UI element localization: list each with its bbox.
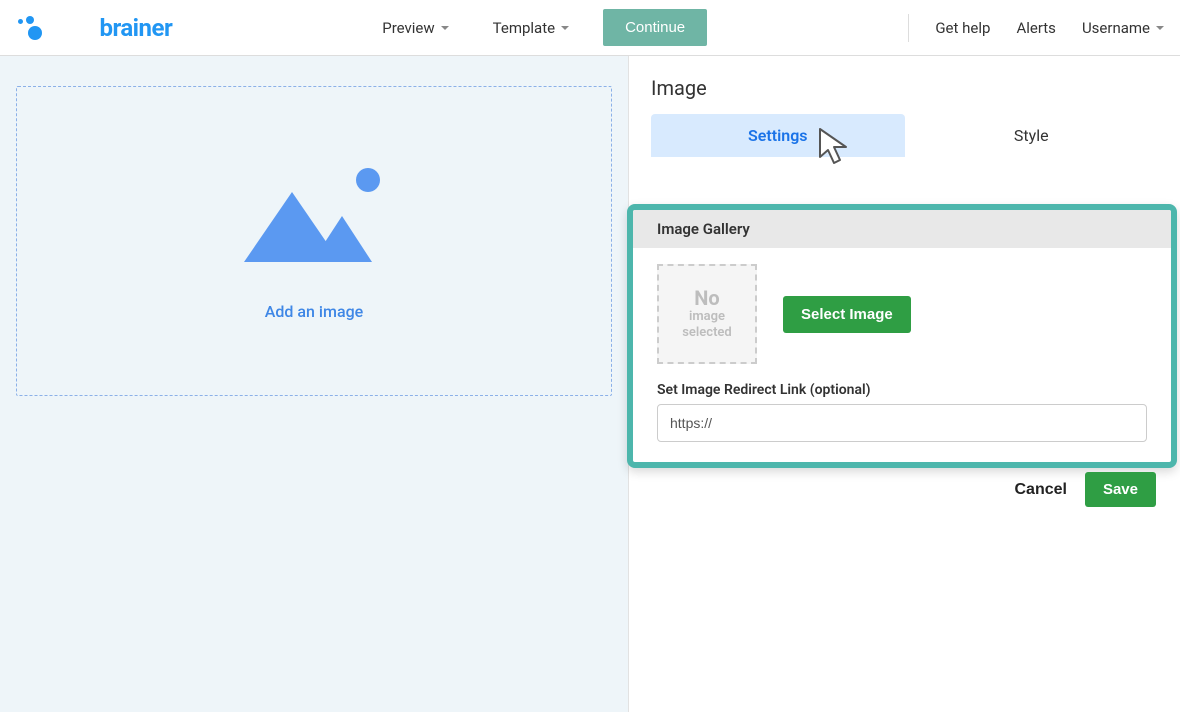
thumb-sub1: image [689, 310, 725, 324]
tab-style[interactable]: Style [905, 114, 1159, 157]
panel-actions: Cancel Save [1014, 472, 1156, 507]
nav-preview[interactable]: Preview [372, 11, 458, 45]
nav-template-label: Template [493, 19, 555, 37]
settings-highlight-box: Image Gallery No image selected Select I… [627, 204, 1177, 468]
gallery-row: No image selected Select Image [657, 264, 1147, 364]
image-drop-zone[interactable]: Add an image [16, 86, 612, 396]
nav-username[interactable]: Username [1082, 19, 1164, 37]
nav-username-label: Username [1082, 19, 1150, 37]
caret-down-icon [1156, 26, 1164, 30]
nav-center: Preview Template Continue [372, 9, 707, 46]
nav-get-help[interactable]: Get help [935, 19, 990, 37]
redirect-link-label: Set Image Redirect Link (optional) [657, 382, 1147, 398]
nav-right: Get help Alerts Username [908, 14, 1164, 42]
caret-down-icon [561, 26, 569, 30]
redirect-link-input[interactable] [657, 404, 1147, 442]
nav-preview-label: Preview [382, 19, 434, 37]
divider [908, 14, 909, 42]
image-placeholder-icon [234, 162, 394, 262]
nav-template[interactable]: Template [483, 11, 579, 45]
main: Add an image Image Settings Style Image … [0, 56, 1180, 712]
select-image-button[interactable]: Select Image [783, 296, 911, 333]
app-header: mainbrainer Preview Template Continue Ge… [0, 0, 1180, 56]
thumb-sub2: selected [682, 326, 732, 340]
cancel-button[interactable]: Cancel [1014, 481, 1066, 499]
logo-text-brainer: brainer [99, 14, 172, 42]
tab-settings[interactable]: Settings [651, 114, 905, 157]
side-panel: Image Settings Style Image Gallery No im… [628, 56, 1180, 712]
nav-alerts[interactable]: Alerts [1016, 19, 1056, 37]
save-button[interactable]: Save [1085, 472, 1156, 507]
thumbnail-placeholder: No image selected [657, 264, 757, 364]
canvas-area: Add an image [0, 56, 628, 712]
panel-tabs: Settings Style [629, 114, 1180, 157]
nav-alerts-label: Alerts [1016, 19, 1056, 37]
thumb-no-text: No [694, 288, 719, 308]
panel-title: Image [629, 76, 1180, 114]
caret-down-icon [441, 26, 449, 30]
image-gallery-header: Image Gallery [633, 210, 1171, 248]
nav-get-help-label: Get help [935, 19, 990, 37]
logo-dots-icon [16, 16, 46, 40]
image-gallery-body: No image selected Select Image Set Image… [633, 248, 1171, 462]
add-image-label: Add an image [265, 302, 363, 321]
continue-button[interactable]: Continue [603, 9, 707, 46]
